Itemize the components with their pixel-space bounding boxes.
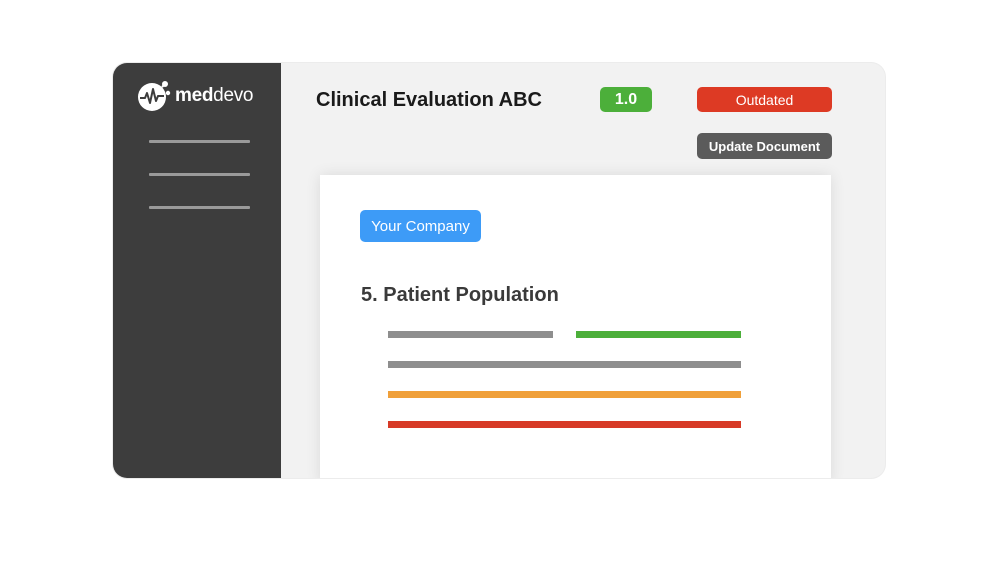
sidebar-nav-item[interactable] (149, 173, 250, 176)
sidebar-nav-item[interactable] (149, 140, 250, 143)
document-page: Your Company 5. Patient Population (320, 175, 831, 478)
logo-text: meddevo (175, 85, 253, 107)
version-badge: 1.0 (600, 87, 652, 112)
text-placeholder-line (388, 331, 553, 338)
status-badge: Outdated (697, 87, 832, 112)
logo-text-bold: med (175, 85, 214, 106)
page-title: Clinical Evaluation ABC (316, 89, 542, 111)
logo: meddevo (135, 79, 253, 113)
update-document-button[interactable]: Update Document (697, 133, 832, 159)
sidebar-nav-item[interactable] (149, 206, 250, 209)
company-chip[interactable]: Your Company (360, 210, 481, 242)
app-window: meddevo Clinical Evaluation ABC 1.0 Outd… (113, 63, 885, 478)
text-placeholder-line (388, 361, 741, 368)
highlighted-text-line (576, 331, 741, 338)
heartbeat-molecule-icon (138, 81, 171, 111)
sidebar: meddevo (113, 63, 281, 478)
error-text-line (388, 421, 741, 428)
section-heading: 5. Patient Population (361, 284, 559, 306)
warning-text-line (388, 391, 741, 398)
logo-text-regular: devo (213, 85, 254, 106)
